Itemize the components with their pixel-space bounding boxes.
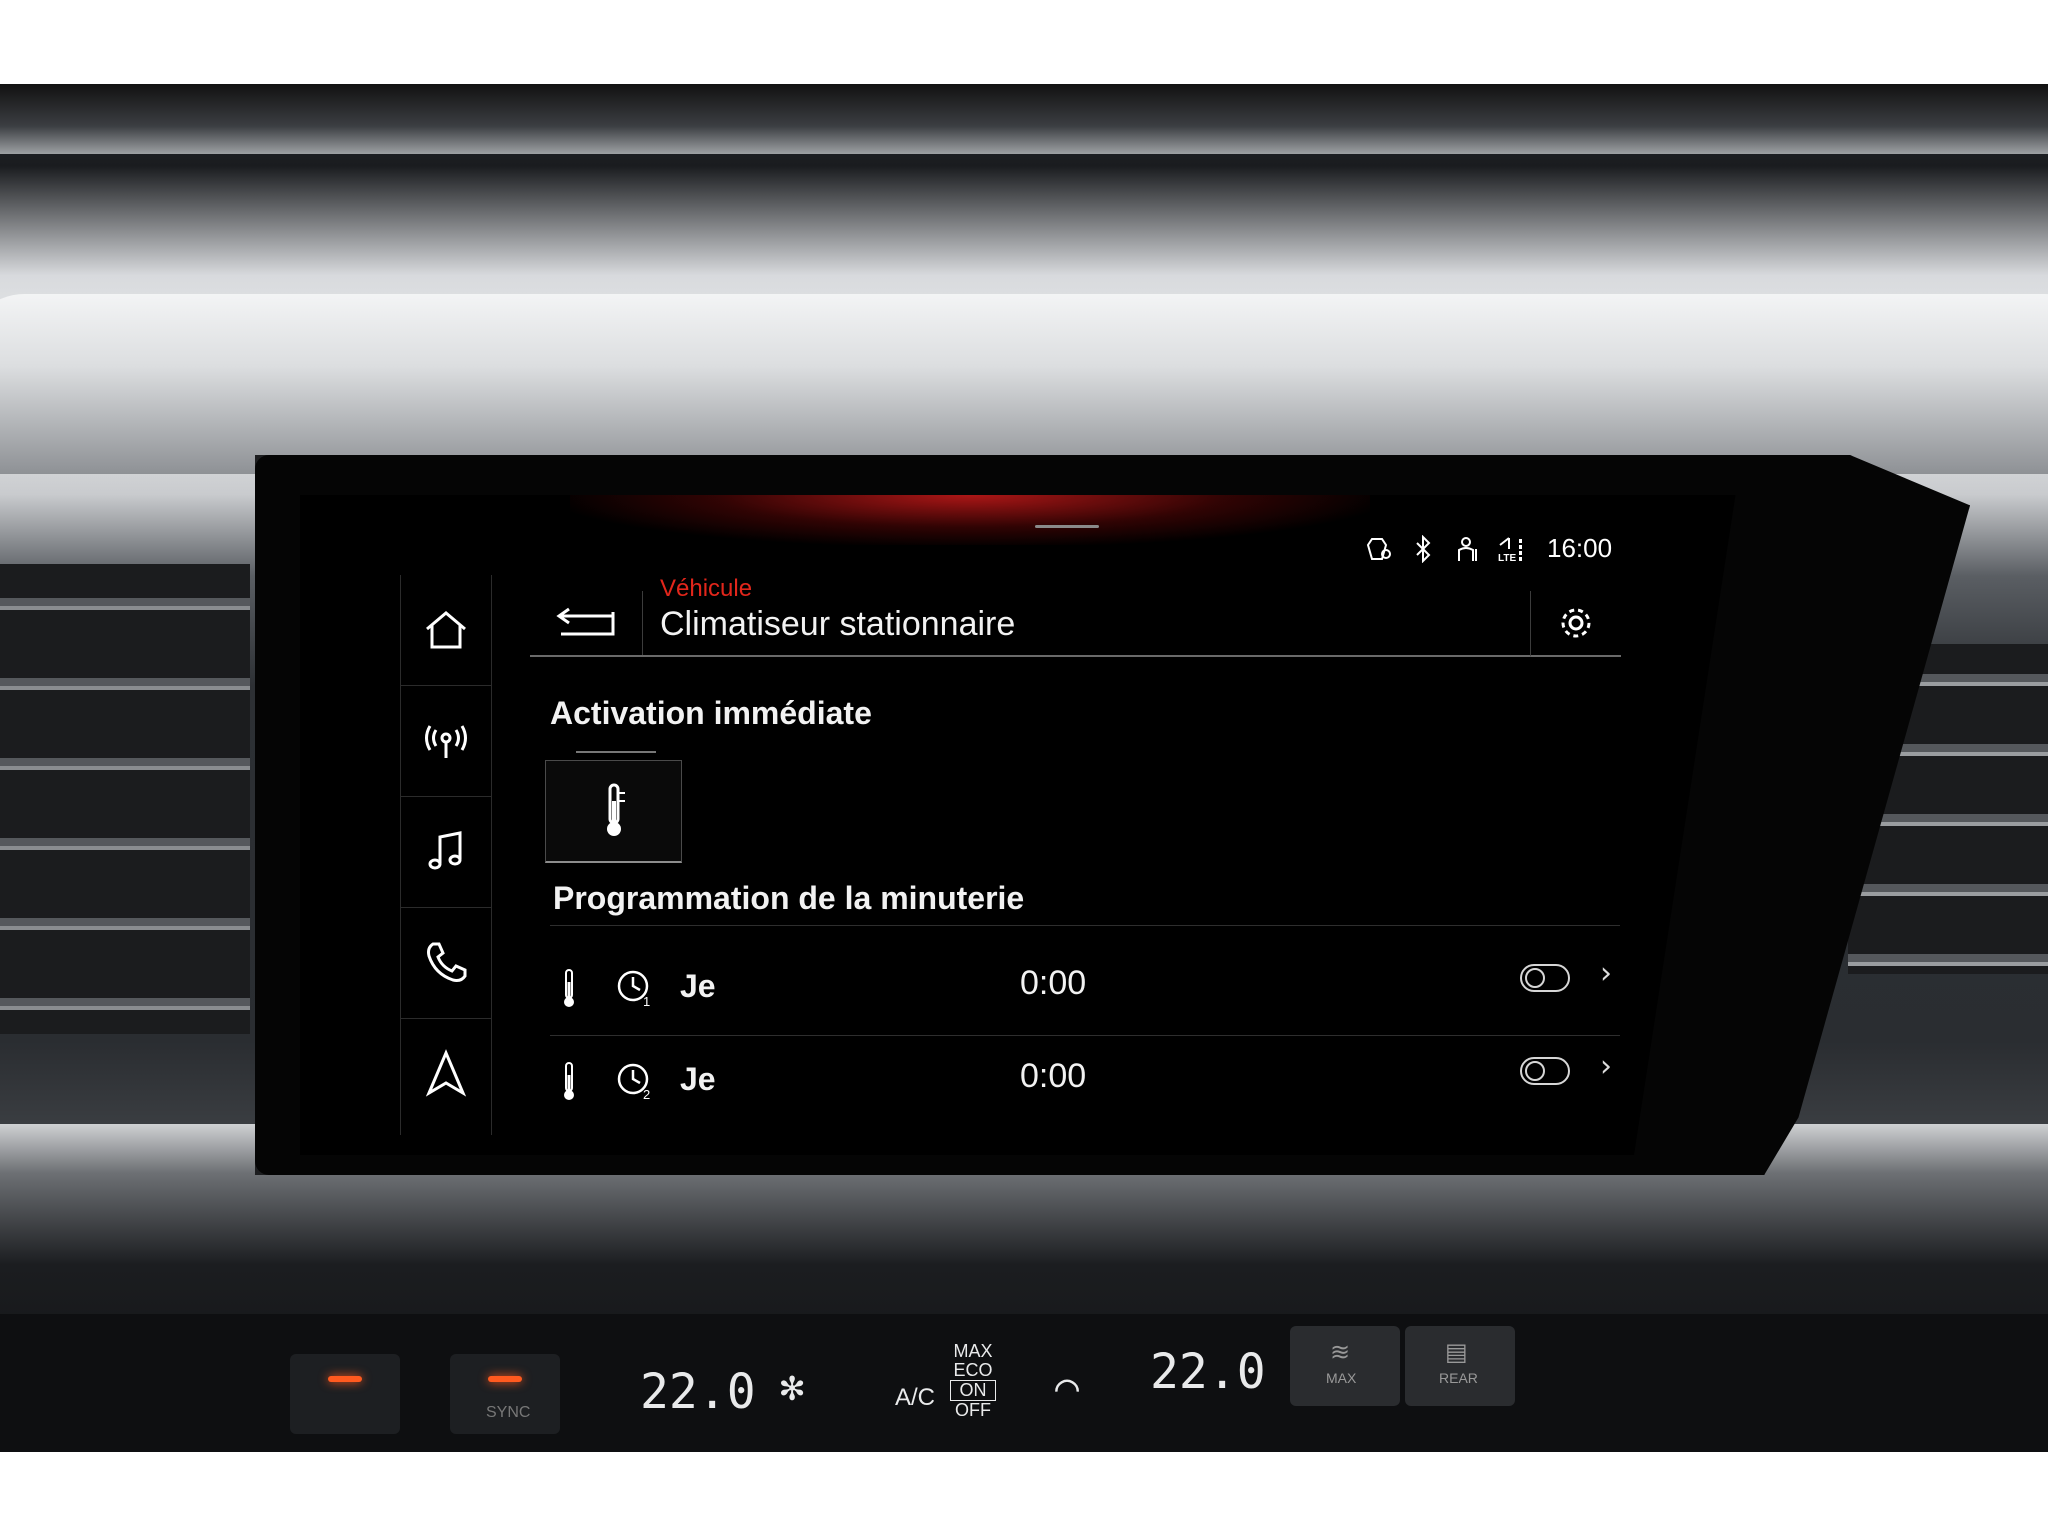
rear-label: REAR [1439, 1370, 1478, 1386]
lte-signal-icon: LTE [1497, 534, 1527, 564]
music-icon [428, 831, 462, 870]
immediate-activation-title: Activation immédiate [550, 695, 872, 731]
timer-toggle[interactable] [1520, 964, 1570, 992]
climate-control-panel: SYNC 22.0 ✻ A/C MAX ECO ON OFF ⌒ 22.0 ≋ … [0, 1314, 2048, 1452]
timer-time: 0:00 [1020, 964, 1087, 1002]
breadcrumb[interactable]: Véhicule [660, 575, 752, 603]
thermometer-icon [564, 969, 574, 1007]
nav-phone[interactable] [401, 908, 491, 1019]
nav-music[interactable] [401, 797, 491, 908]
settings-button[interactable] [1530, 591, 1621, 657]
section-divider [550, 925, 1620, 926]
home-icon [426, 611, 466, 649]
chevron-right-icon[interactable]: › [1600, 1049, 1612, 1084]
clock-time: 16:00 [1547, 533, 1613, 563]
side-navigation [400, 575, 492, 1135]
back-button[interactable] [530, 591, 643, 657]
fan-icon[interactable]: ✻ [780, 1364, 804, 1410]
infotainment-screen: LTE 16:00 Véhicule Climatiseur stationna… [300, 495, 1736, 1155]
off-label: OFF [955, 1400, 991, 1420]
user-profile-icon [1453, 534, 1483, 564]
toggle-knob [1525, 1061, 1545, 1081]
left-temp: 22.0 [640, 1364, 756, 1420]
timer-row-1[interactable]: 1 Je 0:00 › [550, 950, 1620, 1030]
bluetooth-icon [1409, 534, 1439, 564]
timer-day: Je [680, 968, 716, 1004]
pull-down-handle[interactable] [1035, 525, 1099, 528]
seat-heat-left-button[interactable] [290, 1354, 400, 1434]
timer-index: 1 [643, 994, 650, 1008]
timer-index: 2 [643, 1087, 650, 1101]
dashboard-ledge [0, 294, 2048, 474]
radio-icon [425, 725, 467, 758]
status-bar: LTE 16:00 [1365, 533, 1612, 564]
ac-mode-stack[interactable]: MAX ECO ON OFF [950, 1342, 996, 1420]
front-defrost-icon: ≋ [1330, 1338, 1351, 1366]
windshield-edge [0, 84, 2048, 154]
thermometer-icon [606, 783, 625, 836]
timer-day: Je [680, 1061, 716, 1097]
ac-label[interactable]: A/C [895, 1384, 935, 1412]
phone-icon [427, 942, 467, 982]
sync-button[interactable]: SYNC [450, 1354, 560, 1434]
nav-home[interactable] [401, 575, 491, 686]
page-title: Climatiseur stationnaire [660, 605, 1016, 643]
header-underline [642, 655, 1532, 657]
seat-airflow-icon[interactable]: ⌒ [1055, 1364, 1079, 1410]
nav-navigation[interactable] [401, 1019, 491, 1129]
rear-defrost-icon: ▤ [1445, 1338, 1468, 1366]
timer-clock-icon: 2 [617, 1063, 650, 1101]
immediate-activation-button[interactable] [545, 751, 682, 863]
left-air-vent [0, 564, 250, 1034]
timer-programming-title: Programmation de la minuterie [553, 880, 1025, 916]
chevron-right-icon[interactable]: › [1600, 956, 1612, 991]
back-arrow-icon [556, 607, 615, 636]
navigation-icon [425, 1049, 467, 1097]
timer-time: 0:00 [1020, 1057, 1087, 1095]
right-temp: 22.0 [1150, 1344, 1266, 1400]
gear-icon [1561, 608, 1591, 638]
timer-toggle[interactable] [1520, 1057, 1570, 1085]
eco-label: ECO [953, 1360, 993, 1380]
location-shield-icon [1365, 534, 1395, 564]
defrost-max-label: MAX [1326, 1370, 1357, 1386]
timer-clock-icon: 1 [617, 970, 650, 1008]
nav-radio[interactable] [401, 686, 491, 797]
thermometer-icon [564, 1062, 574, 1100]
top-glow [570, 495, 1370, 545]
toggle-knob [1525, 968, 1545, 988]
timer-row-2[interactable]: 2 Je 0:00 › [550, 1043, 1620, 1123]
front-defrost-button[interactable]: ≋ MAX [1290, 1326, 1400, 1406]
max-label: MAX [953, 1341, 993, 1361]
svg-text:LTE: LTE [1498, 553, 1516, 563]
tile-indicator [576, 751, 656, 753]
page-header: Véhicule Climatiseur stationnaire [530, 575, 1621, 657]
row-divider [550, 1035, 1620, 1036]
rear-defrost-button[interactable]: ▤ REAR [1405, 1326, 1515, 1406]
sync-label: SYNC [486, 1404, 531, 1421]
on-label: ON [950, 1380, 996, 1401]
